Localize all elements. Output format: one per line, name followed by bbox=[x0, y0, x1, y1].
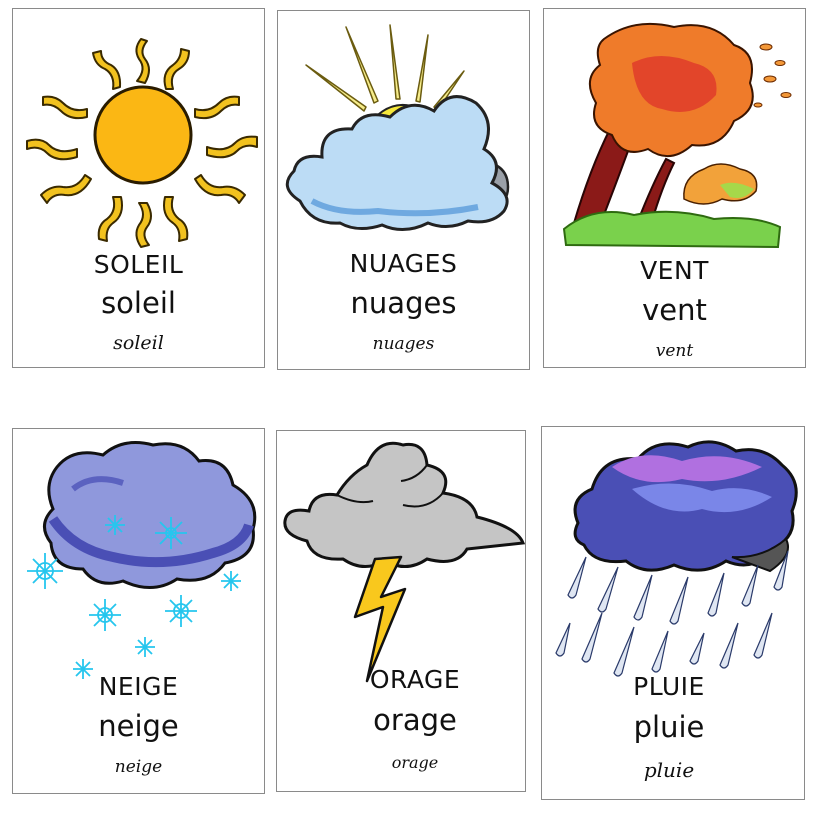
word-cursive: nuages bbox=[372, 334, 435, 354]
word-cursive: pluie bbox=[643, 758, 695, 782]
card-vent: VENT vent vent bbox=[543, 8, 806, 368]
card-orage: ORAGE orage orage bbox=[276, 430, 526, 792]
card-soleil: SOLEIL soleil soleil bbox=[12, 8, 265, 368]
word-uppercase: ORAGE bbox=[369, 665, 461, 694]
card-neige: NEIGE neige neige bbox=[12, 428, 265, 794]
word-lowercase: orage bbox=[373, 703, 457, 737]
word-cursive: soleil bbox=[113, 332, 164, 354]
wind-tree-icon bbox=[562, 22, 792, 249]
lightning-cloud-icon bbox=[283, 441, 525, 683]
cloud-sun-icon bbox=[285, 24, 510, 231]
word-lowercase: soleil bbox=[101, 286, 176, 320]
word-lowercase: neige bbox=[98, 709, 179, 743]
word-uppercase: VENT bbox=[640, 256, 709, 285]
sun-icon bbox=[26, 38, 258, 248]
snow-cloud-icon bbox=[27, 441, 257, 679]
card-pluie: PLUIE pluie pluie bbox=[541, 426, 805, 800]
rain-cloud-icon bbox=[555, 440, 798, 677]
word-lowercase: pluie bbox=[633, 710, 705, 744]
word-cursive: orage bbox=[391, 753, 439, 772]
word-uppercase: SOLEIL bbox=[93, 250, 184, 279]
word-uppercase: NUAGES bbox=[349, 249, 458, 278]
word-uppercase: PLUIE bbox=[633, 672, 705, 701]
card-nuages: NUAGES nuages nuages bbox=[277, 10, 530, 370]
word-cursive: neige bbox=[114, 757, 163, 777]
word-lowercase: vent bbox=[642, 293, 707, 327]
word-uppercase: NEIGE bbox=[98, 672, 179, 701]
word-lowercase: nuages bbox=[350, 286, 457, 320]
word-cursive: vent bbox=[655, 341, 694, 361]
